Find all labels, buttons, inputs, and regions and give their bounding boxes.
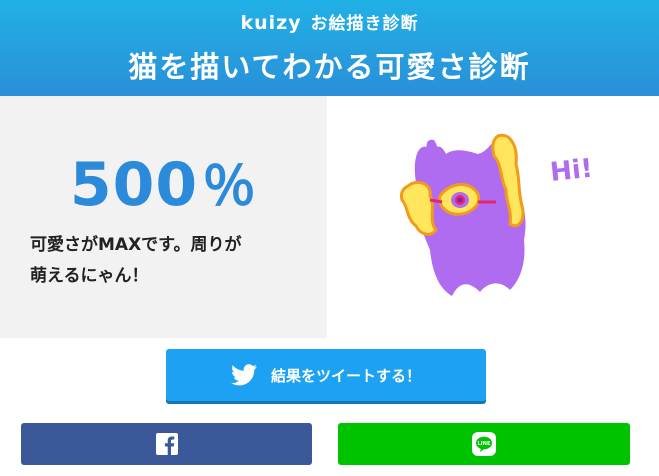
score-display: 500％ xyxy=(0,142,327,221)
description-line-2: 萌えるにゃん！ xyxy=(30,266,149,286)
twitter-bird-icon xyxy=(230,364,257,386)
svg-text:LINE: LINE xyxy=(477,441,491,447)
kuizy-logo[interactable]: kuizy xyxy=(240,12,301,34)
line-share-button[interactable]: LINE xyxy=(338,423,630,465)
line-icon: LINE xyxy=(472,432,496,456)
percent-sign: ％ xyxy=(202,155,258,218)
facebook-share-button[interactable] xyxy=(21,423,312,465)
header-banner: kuizy お絵描き診断 猫を描いてわかる可愛さ診断 xyxy=(0,0,659,96)
facebook-icon xyxy=(155,433,178,455)
result-description: 可愛さがMAXです。周りが 萌えるにゃん！ xyxy=(30,230,300,292)
hi-caption: Hi! xyxy=(549,154,594,188)
score-value: 500 xyxy=(69,150,199,220)
cat-drawing: Hi! xyxy=(360,110,620,320)
description-line-1: 可愛さがMAXです。周りが xyxy=(30,235,242,255)
category-label: お絵描き診断 xyxy=(310,14,419,34)
tweet-button-label: 結果をツイートする！ xyxy=(270,366,421,385)
tweet-result-button[interactable]: 結果をツイートする！ xyxy=(166,349,486,401)
result-panel: 500％ 可愛さがMAXです。周りが 萌えるにゃん！ xyxy=(0,96,327,338)
brand-line: kuizy お絵描き診断 xyxy=(0,9,659,34)
page-title: 猫を描いてわかる可愛さ診断 xyxy=(128,50,531,84)
cat-illustration: Hi! xyxy=(400,133,594,296)
